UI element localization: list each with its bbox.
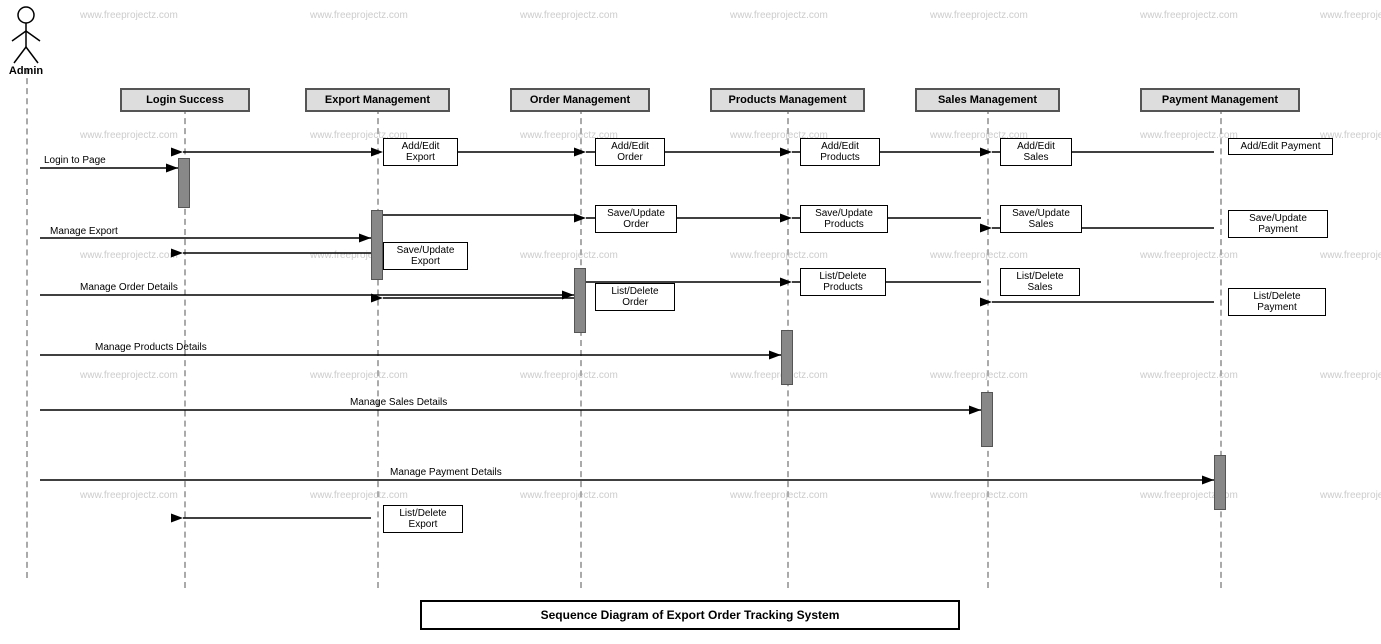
system-sales: Sales Management — [915, 88, 1060, 112]
watermark-r3-4: www.freeprojectz.com — [730, 250, 828, 261]
msg-manage-products: Manage Products Details — [95, 342, 207, 353]
note-add-payment: Add/Edit Payment — [1228, 138, 1333, 155]
watermark-r5-5: www.freeprojectz.com — [930, 490, 1028, 501]
watermark-r4-2: www.freeprojectz.com — [310, 370, 408, 381]
msg-manage-export: Manage Export — [50, 226, 118, 237]
lifeline-payment — [1220, 108, 1222, 588]
note-list-export: List/Delete Export — [383, 505, 463, 533]
note-save-products: Save/Update Products — [800, 205, 888, 233]
watermark-r4-4: www.freeprojectz.com — [730, 370, 828, 381]
watermark-5: www.freeprojectz.com — [930, 10, 1028, 21]
note-list-order: List/Delete Order — [595, 283, 675, 311]
lifeline-export — [377, 108, 379, 588]
system-payment: Payment Management — [1140, 88, 1300, 112]
watermark-4: www.freeprojectz.com — [730, 10, 828, 21]
watermark-r3-7: www.freeprojectz.com — [1320, 250, 1381, 261]
note-list-payment: List/Delete Payment — [1228, 288, 1326, 316]
system-products: Products Management — [710, 88, 865, 112]
watermark-r5-2: www.freeprojectz.com — [310, 490, 408, 501]
note-add-sales: Add/Edit Sales — [1000, 138, 1072, 166]
watermark-1: www.freeprojectz.com — [80, 10, 178, 21]
watermark-r4-7: www.freeprojectz.com — [1320, 370, 1381, 381]
watermark-r5-4: www.freeprojectz.com — [730, 490, 828, 501]
system-order: Order Management — [510, 88, 650, 112]
note-add-order: Add/Edit Order — [595, 138, 665, 166]
watermark-2: www.freeprojectz.com — [310, 10, 408, 21]
diagram-caption: Sequence Diagram of Export Order Trackin… — [420, 600, 960, 630]
watermark-r5-1: www.freeprojectz.com — [80, 490, 178, 501]
actor-label: Admin — [8, 65, 44, 77]
activation-payment — [1214, 455, 1226, 510]
note-add-products: Add/Edit Products — [800, 138, 880, 166]
msg-login-to-page: Login to Page — [44, 155, 106, 166]
system-export: Export Management — [305, 88, 450, 112]
watermark-r2-6: www.freeprojectz.com — [1140, 130, 1238, 141]
msg-manage-sales: Manage Sales Details — [350, 397, 447, 408]
watermark-r4-1: www.freeprojectz.com — [80, 370, 178, 381]
lifeline-sales — [987, 108, 989, 588]
watermark-r3-3: www.freeprojectz.com — [520, 250, 618, 261]
watermark-r3-1: www.freeprojectz.com — [80, 250, 178, 261]
watermark-r2-1: www.freeprojectz.com — [80, 130, 178, 141]
watermark-r4-5: www.freeprojectz.com — [930, 370, 1028, 381]
note-save-payment: Save/Update Payment — [1228, 210, 1328, 238]
msg-manage-payment: Manage Payment Details — [390, 467, 502, 478]
watermark-r4-3: www.freeprojectz.com — [520, 370, 618, 381]
watermark-3: www.freeprojectz.com — [520, 10, 618, 21]
note-list-sales: List/Delete Sales — [1000, 268, 1080, 296]
watermark-r3-6: www.freeprojectz.com — [1140, 250, 1238, 261]
actor-admin: Admin — [8, 5, 44, 77]
note-save-export: Save/Update Export — [383, 242, 468, 270]
lifeline-admin — [26, 68, 28, 578]
note-save-sales: Save/Update Sales — [1000, 205, 1082, 233]
watermark-r4-6: www.freeprojectz.com — [1140, 370, 1238, 381]
system-login: Login Success — [120, 88, 250, 112]
activation-login — [178, 158, 190, 208]
watermark-r5-3: www.freeprojectz.com — [520, 490, 618, 501]
watermark-r5-7: www.freeprojectz.com — [1320, 490, 1381, 501]
msg-manage-order: Manage Order Details — [80, 282, 178, 293]
watermark-r3-5: www.freeprojectz.com — [930, 250, 1028, 261]
note-add-edit-export: Add/Edit Export — [383, 138, 458, 166]
activation-export-1 — [371, 210, 383, 280]
watermark-7: www.freeprojectz.com — [1320, 10, 1381, 21]
note-list-products: List/Delete Products — [800, 268, 886, 296]
activation-products — [781, 330, 793, 385]
watermark-6: www.freeprojectz.com — [1140, 10, 1238, 21]
note-save-order: Save/Update Order — [595, 205, 677, 233]
lifeline-order — [580, 108, 582, 588]
activation-sales — [981, 392, 993, 447]
activation-order — [574, 268, 586, 333]
